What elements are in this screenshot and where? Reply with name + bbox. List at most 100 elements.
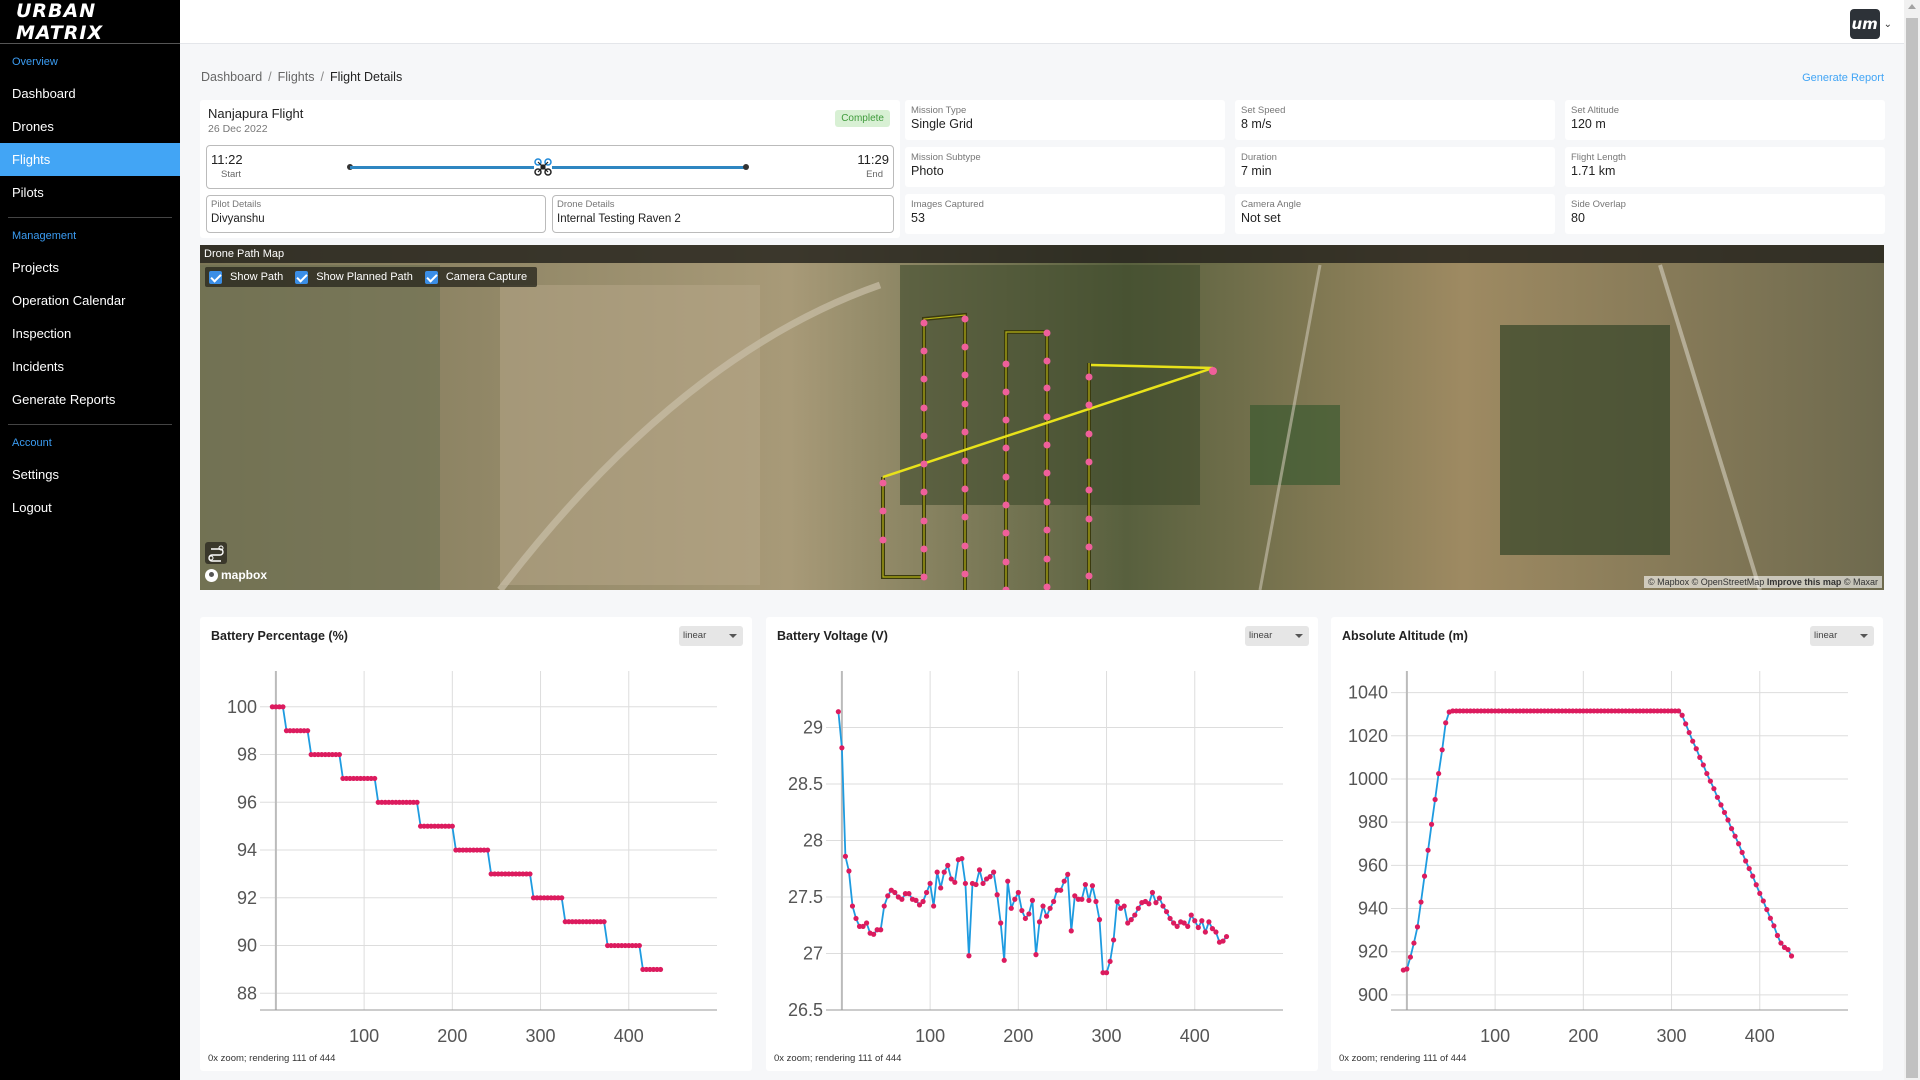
checkbox-label: Camera Capture	[445, 271, 528, 283]
improve-map-link[interactable]: Improve this map	[1767, 577, 1842, 587]
mapbox-text: mapbox	[221, 568, 268, 582]
mapbox-logo[interactable]: mapbox	[205, 568, 267, 582]
data-point	[336, 751, 343, 758]
sidebar-item-logout[interactable]: Logout	[0, 491, 180, 524]
section-management: Management	[12, 230, 77, 242]
chart-plot[interactable]: 88 90 92 94 96 98 100 100 200 300 400	[200, 617, 752, 1047]
chart-plot[interactable]: 900 920 940 960 980 1000 1020 1040 100 200 300 400	[1331, 617, 1883, 1047]
data-point	[987, 874, 993, 880]
attrib-maxar[interactable]: © Maxar	[1844, 577, 1878, 587]
start-label: Start	[221, 169, 242, 180]
attrib-mapbox[interactable]: © Mapbox	[1648, 577, 1689, 587]
flight-name: Nanjapura Flight	[208, 106, 304, 121]
drone-icon	[534, 158, 552, 176]
checkbox-checked-icon[interactable]	[295, 270, 309, 284]
sidebar-item-inspection[interactable]: Inspection	[0, 317, 180, 350]
capture-point	[920, 460, 928, 468]
sidebar-item-incidents[interactable]: Incidents	[0, 350, 180, 383]
sidebar-item-generate-reports[interactable]: Generate Reports	[0, 383, 180, 416]
sidebar-item-dashboard[interactable]: Dashboard	[0, 77, 180, 110]
stat-images-captured: Images Captured 53	[905, 194, 1225, 234]
data-point	[994, 892, 1000, 898]
data-point	[657, 966, 664, 973]
data-point	[1093, 898, 1099, 905]
show-planned-path-checkbox[interactable]: Show Planned Path	[295, 270, 413, 284]
data-point	[1764, 906, 1770, 913]
data-point	[1163, 909, 1170, 915]
chart-footer: 0x zoom; rendering 111 of 444	[208, 1053, 336, 1064]
stat-label: Flight Length	[1571, 152, 1626, 163]
data-point	[952, 879, 958, 885]
breadcrumb-dashboard[interactable]: Dashboard	[201, 70, 262, 84]
capture-point	[920, 432, 928, 440]
capture-point	[1002, 529, 1010, 537]
data-point	[1693, 746, 1699, 752]
data-point	[1153, 900, 1159, 906]
data-point	[973, 881, 979, 888]
sidebar-item-pilots[interactable]: Pilots	[0, 176, 180, 209]
page-scrollbar[interactable]	[1904, 0, 1920, 1080]
data-point	[1788, 953, 1795, 959]
capture-point	[1002, 388, 1010, 396]
data-point	[1058, 887, 1064, 893]
data-point	[1404, 966, 1410, 972]
capture-point	[879, 507, 887, 515]
capture-point	[961, 400, 969, 408]
sidebar-item-operation-calendar[interactable]: Operation Calendar	[0, 284, 180, 317]
stat-label: Mission Type	[911, 105, 967, 116]
scrollbar-thumb[interactable]	[1906, 18, 1918, 1078]
x-tick-label: 400	[1180, 1026, 1210, 1046]
data-point	[1061, 878, 1067, 884]
scroll-up-icon[interactable]	[1908, 4, 1916, 9]
series-line	[272, 705, 661, 971]
checkbox-checked-icon[interactable]	[209, 270, 222, 284]
sidebar-item-projects[interactable]: Projects	[0, 251, 180, 284]
sidebar-item-flights[interactable]: Flights	[0, 143, 180, 176]
capture-point	[1085, 572, 1093, 580]
data-point	[1199, 918, 1205, 924]
map-grove	[1250, 405, 1340, 485]
data-point	[1033, 952, 1039, 958]
capture-point	[961, 457, 969, 465]
drone-path-map[interactable]: Drone Path Map Show Path Show Planned Pa…	[200, 245, 1884, 590]
route-tool-button[interactable]	[205, 542, 227, 564]
capture-point	[1002, 444, 1010, 452]
x-tick-label: 400	[1745, 1026, 1775, 1046]
data-point	[1026, 911, 1032, 917]
capture-point	[1002, 501, 1010, 509]
end-label: End	[866, 169, 883, 180]
data-point	[1132, 912, 1138, 918]
avatar[interactable]: um	[1849, 9, 1880, 39]
breadcrumb: Dashboard / Flights / Flight Details	[201, 70, 402, 84]
breadcrumb-flights[interactable]: Flights	[278, 70, 315, 84]
stat-value: Not set	[1241, 211, 1281, 225]
sidebar-item-settings[interactable]: Settings	[0, 458, 180, 491]
y-tick-label: 27	[803, 944, 823, 964]
chevron-down-icon[interactable]: ⌄	[1884, 19, 1892, 30]
brand-logo[interactable]: URBAN MATRIX	[0, 0, 180, 44]
attrib-osm[interactable]: © OpenStreetMap	[1692, 577, 1765, 587]
capture-point	[1043, 413, 1051, 421]
show-path-checkbox[interactable]: Show Path	[209, 270, 283, 284]
data-point	[280, 704, 286, 710]
map-village	[200, 265, 440, 590]
camera-capture-checkbox[interactable]: Camera Capture	[424, 270, 528, 284]
capture-point	[920, 488, 928, 496]
user-menu[interactable]: um ⌄	[1849, 9, 1892, 39]
sidebar-item-drones[interactable]: Drones	[0, 110, 180, 143]
data-point	[1746, 865, 1752, 872]
checkbox-checked-icon[interactable]	[424, 270, 438, 284]
y-tick-label: 28	[803, 831, 823, 851]
data-point	[871, 931, 877, 937]
drone-label: Drone Details	[557, 199, 615, 210]
stat-value: 53	[911, 211, 925, 225]
capture-point	[1085, 458, 1093, 466]
stat-value: 1.71 km	[1571, 164, 1616, 178]
y-tick-label: 28.5	[788, 774, 823, 794]
data-point	[636, 942, 642, 949]
y-tick-label: 88	[237, 983, 257, 1003]
x-tick-label: 200	[437, 1026, 467, 1046]
chart-plot[interactable]: 26.5 27 27.5 28 28.5 29 100 200 300 400	[766, 617, 1318, 1047]
generate-report-link[interactable]: Generate Report	[1802, 72, 1884, 84]
data-point	[1188, 912, 1194, 918]
